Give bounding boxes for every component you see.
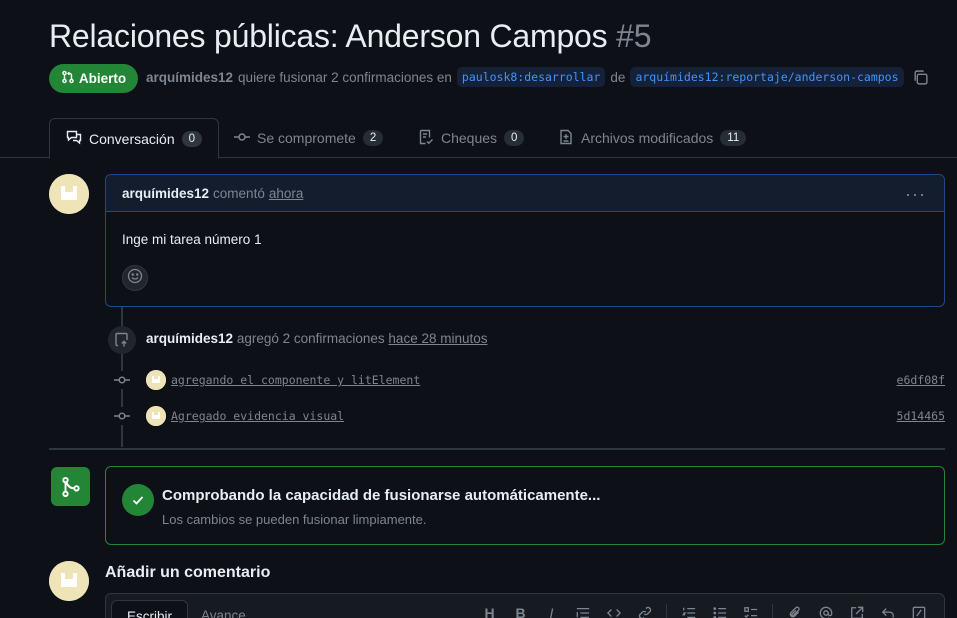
toolbar-divider (772, 604, 773, 618)
avatar[interactable] (146, 370, 166, 390)
toolbar-divider (666, 604, 667, 618)
slash-commands-icon[interactable] (903, 603, 934, 618)
event-timestamp[interactable]: hace 28 minutos (388, 331, 487, 346)
repo-push-icon (108, 326, 136, 354)
tab-files-changed[interactable]: Archivos modificados 11 (542, 118, 762, 158)
commit-message[interactable]: agregando el componente y litElement (171, 373, 420, 387)
heading-icon[interactable]: H (474, 603, 505, 618)
code-icon[interactable] (598, 603, 629, 618)
unordered-list-icon[interactable] (704, 603, 735, 618)
state-badge: Abierto (49, 64, 138, 93)
base-branch[interactable]: paulosk8:desarrollar (456, 67, 606, 87)
tab-preview[interactable]: Avance (186, 600, 261, 618)
bold-icon[interactable]: B (505, 603, 536, 618)
link-icon[interactable] (629, 603, 660, 618)
paperclip-icon[interactable] (779, 603, 810, 618)
reply-icon[interactable] (872, 603, 903, 618)
git-merge-icon (51, 467, 90, 506)
timeline-divider (49, 448, 945, 450)
italic-icon[interactable]: I (536, 603, 567, 618)
add-reaction-button[interactable] (122, 265, 148, 291)
tab-counter: 0 (504, 130, 525, 146)
git-commit-icon (113, 371, 131, 389)
merge-status-subtitle: Los cambios se pueden fusionar limpiamen… (162, 512, 427, 527)
kebab-menu-icon[interactable]: ··· (905, 184, 926, 205)
event-author[interactable]: arquímides12 (146, 331, 233, 346)
comment-discussion-icon (66, 129, 82, 148)
comment-timestamp[interactable]: ahora (269, 186, 304, 201)
avatar[interactable] (49, 174, 89, 214)
smiley-icon (127, 268, 143, 289)
pr-number: #5 (616, 18, 652, 54)
pull-request-icon (61, 70, 75, 87)
tab-label: Archivos modificados (581, 130, 714, 146)
file-diff-icon (558, 129, 574, 148)
commit-message[interactable]: Agregado evidencia visual (171, 409, 344, 423)
ordered-list-icon[interactable] (673, 603, 704, 618)
merge-status-card: Comprobando la capacidad de fusionarse a… (105, 466, 945, 545)
tab-conversation[interactable]: Conversación 0 (49, 118, 220, 159)
tab-counter: 0 (181, 130, 203, 147)
cross-reference-icon[interactable] (841, 603, 872, 618)
state-label: Abierto (78, 71, 127, 86)
pr-title-text: Relaciones públicas: Anderson Campos (49, 18, 608, 54)
pr-author-link[interactable]: arquímides12 (146, 70, 233, 85)
comment-editor: Escribir Avance H B I (105, 593, 945, 618)
pr-title: Relaciones públicas: Anderson Campos #5 (49, 18, 652, 55)
checklist-icon (418, 129, 434, 148)
mention-icon[interactable] (810, 603, 841, 618)
pr-tabs: Conversación 0 Se compromete 2 Cheques 0… (0, 118, 957, 159)
tab-write[interactable]: Escribir (111, 600, 189, 618)
tab-label: Se compromete (257, 130, 356, 146)
tab-label: Cheques (441, 130, 498, 146)
avatar[interactable] (49, 561, 89, 601)
pr-from-text: de (610, 69, 626, 85)
git-commit-icon (234, 129, 250, 148)
tab-counter: 2 (362, 130, 384, 146)
markdown-toolbar: H B I (474, 603, 934, 618)
tab-counter: 11 (720, 130, 747, 146)
merge-status-title: Comprobando la capacidad de fusionarse a… (162, 487, 601, 504)
tab-checks[interactable]: Cheques 0 (402, 118, 540, 158)
check-icon (122, 484, 154, 516)
commit-sha[interactable]: 5d14465 (897, 409, 945, 423)
comment-header: arquímides12 comentó ahora ··· (106, 175, 944, 212)
comment-body: Inge mi tarea número 1 (122, 232, 262, 247)
commit-sha[interactable]: e6df08f (897, 373, 945, 387)
comment-verb: comentó (213, 185, 265, 201)
commits-added-event: arquímides12 agregó 2 confirmaciones hac… (146, 331, 487, 346)
tab-label: Conversación (89, 130, 175, 147)
avatar[interactable] (146, 406, 166, 426)
commit-row: agregando el componente y litElement e6d… (113, 369, 945, 391)
quote-icon[interactable] (567, 603, 598, 618)
comment-author[interactable]: arquímides12 (122, 186, 209, 201)
event-text: agregó 2 confirmaciones (236, 331, 385, 346)
tab-commits[interactable]: Se compromete 2 (218, 118, 399, 158)
git-commit-icon (113, 407, 131, 425)
task-list-icon[interactable] (735, 603, 766, 618)
add-comment-title: Añadir un comentario (105, 564, 271, 581)
commit-row: Agregado evidencia visual 5d14465 (113, 405, 945, 427)
copy-icon[interactable] (912, 69, 929, 86)
comment-card: arquímides12 comentó ahora ··· Inge mi t… (105, 174, 945, 307)
pr-meta: arquímides12 quiere fusionar 2 confirmac… (146, 67, 929, 87)
head-branch[interactable]: arquímides12:reportaje/anderson-campos (630, 67, 904, 87)
pr-action-text: quiere fusionar 2 confirmaciones en (238, 69, 452, 85)
